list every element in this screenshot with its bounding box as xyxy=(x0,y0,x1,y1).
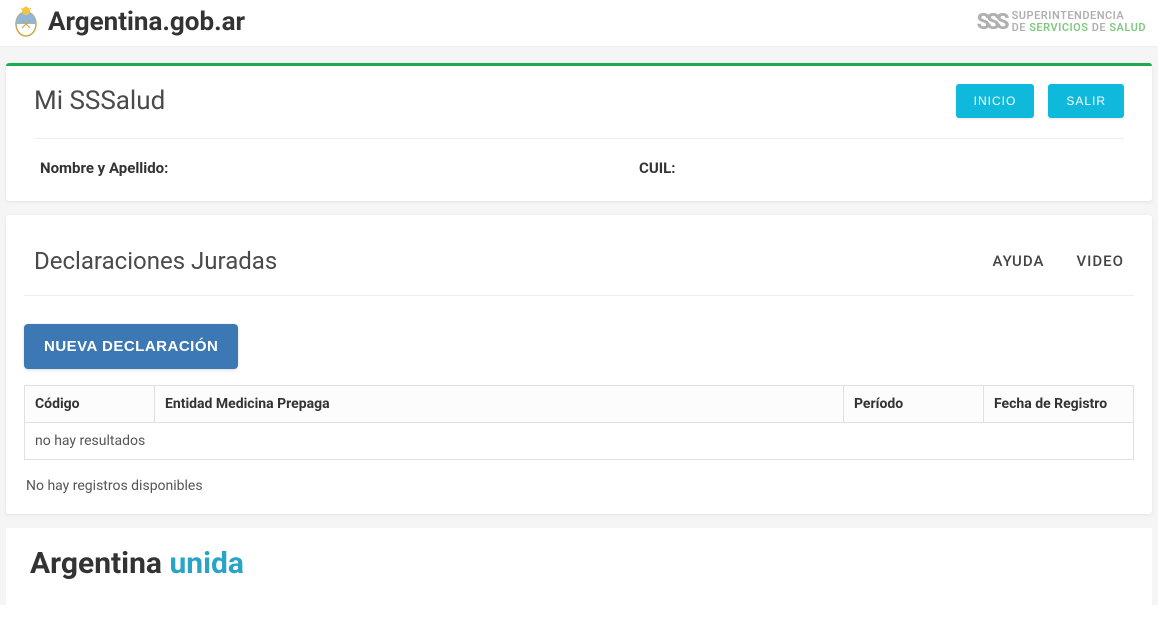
declarations-card: Declaraciones Juradas AYUDA VIDEO NUEVA … xyxy=(6,215,1152,514)
brand-block[interactable]: Argentina.gob.ar xyxy=(12,6,245,38)
top-bar: Argentina.gob.ar SSS SUPERINTENDENCIA DE… xyxy=(0,0,1158,47)
profile-button-group: INICIO SALIR xyxy=(956,84,1124,118)
footer: Argentina unida xyxy=(6,528,1152,605)
site-title: Argentina.gob.ar xyxy=(48,7,245,37)
ayuda-link[interactable]: AYUDA xyxy=(992,252,1044,270)
sss-logo: SSS SUPERINTENDENCIA DE SERVICIOS DE SAL… xyxy=(977,10,1146,35)
col-entidad: Entidad Medicina Prepaga xyxy=(155,386,844,423)
name-label: Nombre y Apellido: xyxy=(40,159,168,177)
cuil-field: CUIL: xyxy=(639,159,675,177)
footer-brand: Argentina unida xyxy=(30,546,1128,581)
declarations-title: Declaraciones Juradas xyxy=(34,247,277,275)
footer-brand-accent: unida xyxy=(169,546,244,581)
sss-org-text: SUPERINTENDENCIA DE SERVICIOS DE SALUD xyxy=(1012,10,1146,34)
declarations-links: AYUDA VIDEO xyxy=(992,252,1124,270)
col-fecha: Fecha de Registro xyxy=(984,386,1134,423)
profile-title: Mi SSSalud xyxy=(34,86,165,116)
table-empty-row: no hay resultados xyxy=(25,423,1134,460)
video-link[interactable]: VIDEO xyxy=(1076,252,1124,270)
declarations-table: Código Entidad Medicina Prepaga Período … xyxy=(24,385,1134,460)
sss-mark-icon: SSS xyxy=(977,10,1006,35)
name-field: Nombre y Apellido: xyxy=(40,159,579,177)
profile-header-row: Mi SSSalud INICIO SALIR xyxy=(34,84,1124,139)
page-body: Mi SSSalud INICIO SALIR Nombre y Apellid… xyxy=(0,47,1158,605)
nueva-declaracion-button[interactable]: NUEVA DECLARACIÓN xyxy=(24,324,238,369)
col-codigo: Código xyxy=(25,386,155,423)
footer-brand-a: Argentina xyxy=(30,546,169,581)
argentina-shield-icon xyxy=(12,6,40,38)
cuil-label: CUIL: xyxy=(639,159,675,177)
inicio-button[interactable]: INICIO xyxy=(956,84,1035,118)
salir-button[interactable]: SALIR xyxy=(1048,84,1124,118)
profile-card: Mi SSSalud INICIO SALIR Nombre y Apellid… xyxy=(6,63,1152,201)
col-periodo: Período xyxy=(844,386,984,423)
empty-cell: no hay resultados xyxy=(25,423,1134,460)
user-info-row: Nombre y Apellido: CUIL: xyxy=(34,159,1124,177)
table-footer-text: No hay registros disponibles xyxy=(24,460,1134,504)
table-header-row: Código Entidad Medicina Prepaga Período … xyxy=(25,386,1134,423)
declarations-header-row: Declaraciones Juradas AYUDA VIDEO xyxy=(24,237,1134,296)
